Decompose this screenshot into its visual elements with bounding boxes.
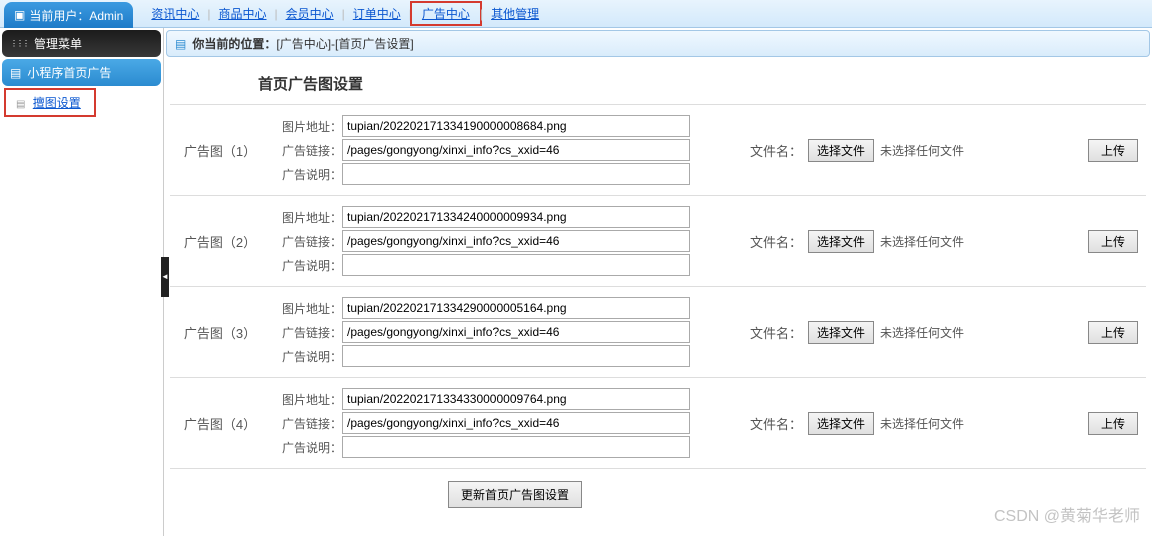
ad-link-label: 广告链接： <box>270 142 342 159</box>
file-area: 文件名： 选择文件 未选择任何文件 <box>690 412 1088 435</box>
current-user: ▣ 当前用户：Admin <box>4 2 133 28</box>
ad-link-label: 广告链接： <box>270 233 342 250</box>
file-area: 文件名： 选择文件 未选择任何文件 <box>690 321 1088 344</box>
nav-item-2[interactable]: 会员中心 <box>278 5 342 22</box>
ad-block-4: 广告图（4） 图片地址： 广告链接： 广告说明： 文件名： 选择文件 未选择任何… <box>170 377 1146 468</box>
ad-desc-label: 广告说明： <box>270 439 342 456</box>
ad-link-input[interactable] <box>342 139 690 161</box>
sidebar-section-title[interactable]: 小程序首页广告 <box>2 59 161 86</box>
ad-block-2: 广告图（2） 图片地址： 广告链接： 广告说明： 文件名： 选择文件 未选择任何… <box>170 195 1146 286</box>
top-bar: ▣ 当前用户：Admin 资讯中心 | 商品中心 | 会员中心 | 订单中心 |… <box>0 0 1152 28</box>
img-url-label: 图片地址： <box>270 300 342 317</box>
ad-desc-input[interactable] <box>342 163 690 185</box>
img-url-input[interactable] <box>342 206 690 228</box>
page-title: 首页广告图设置 <box>170 59 1146 104</box>
ad-desc-label: 广告说明： <box>270 257 342 274</box>
nav-item-0[interactable]: 资讯中心 <box>143 5 207 22</box>
ad-link-label: 广告链接： <box>270 415 342 432</box>
img-url-label: 图片地址： <box>270 209 342 226</box>
ad-desc-label: 广告说明： <box>270 166 342 183</box>
sidebar-link[interactable]: 擅图设置 <box>33 96 81 110</box>
ad-row-label: 广告图（1） <box>170 141 270 160</box>
choose-file-button[interactable]: 选择文件 <box>808 321 874 344</box>
img-url-input[interactable] <box>342 388 690 410</box>
choose-file-button[interactable]: 选择文件 <box>808 230 874 253</box>
ad-link-input[interactable] <box>342 412 690 434</box>
breadcrumb: ▤ 你当前的位置： [广告中心]-[首页广告设置] <box>166 30 1150 57</box>
ad-fields: 图片地址： 广告链接： 广告说明： <box>270 204 690 278</box>
nav-menu: 资讯中心 | 商品中心 | 会员中心 | 订单中心 | 广告中心 | 其他管理 <box>137 0 553 27</box>
img-url-label: 图片地址： <box>270 391 342 408</box>
submit-row: 更新首页广告图设置 <box>170 468 1146 508</box>
ad-block-3: 广告图（3） 图片地址： 广告链接： 广告说明： 文件名： 选择文件 未选择任何… <box>170 286 1146 377</box>
nav-highlight: 广告中心 <box>410 1 482 26</box>
no-file-text: 未选择任何文件 <box>880 142 964 159</box>
ad-row-label: 广告图（4） <box>170 414 270 433</box>
main: ▤ 你当前的位置： [广告中心]-[首页广告设置] 首页广告图设置 广告图（1）… <box>164 28 1152 536</box>
img-url-label: 图片地址： <box>270 118 342 135</box>
content: 首页广告图设置 广告图（1） 图片地址： 广告链接： 广告说明： 文件名： 选择… <box>164 59 1152 536</box>
choose-file-button[interactable]: 选择文件 <box>808 412 874 435</box>
ad-row-label: 广告图（3） <box>170 323 270 342</box>
nav-item-5[interactable]: 其他管理 <box>483 5 547 22</box>
file-area: 文件名： 选择文件 未选择任何文件 <box>690 230 1088 253</box>
breadcrumb-path: [广告中心]-[首页广告设置] <box>276 35 413 52</box>
ad-link-input[interactable] <box>342 230 690 252</box>
user-icon: ▣ <box>14 8 25 22</box>
breadcrumb-icon: ▤ <box>175 37 186 51</box>
ad-fields: 图片地址： 广告链接： 广告说明： <box>270 113 690 187</box>
ad-fields: 图片地址： 广告链接： 广告说明： <box>270 386 690 460</box>
ad-desc-input[interactable] <box>342 254 690 276</box>
nav-item-4[interactable]: 广告中心 <box>414 7 478 21</box>
img-url-input[interactable] <box>342 297 690 319</box>
breadcrumb-prefix: 你当前的位置： <box>192 35 276 52</box>
img-url-input[interactable] <box>342 115 690 137</box>
file-name-label: 文件名： <box>750 141 802 160</box>
ad-block-1: 广告图（1） 图片地址： 广告链接： 广告说明： 文件名： 选择文件 未选择任何… <box>170 104 1146 195</box>
doc-icon: ▤ <box>16 99 25 110</box>
file-name-label: 文件名： <box>750 232 802 251</box>
upload-button[interactable]: 上传 <box>1088 412 1138 435</box>
file-name-label: 文件名： <box>750 323 802 342</box>
sidebar-link-row[interactable]: ▤ 擅图设置 <box>4 88 96 117</box>
ad-desc-label: 广告说明： <box>270 348 342 365</box>
user-label: 当前用户：Admin <box>29 7 123 24</box>
nav-item-3[interactable]: 订单中心 <box>345 5 409 22</box>
ad-row-label: 广告图（2） <box>170 232 270 251</box>
sidebar-menu-title: 管理菜单 <box>2 30 161 57</box>
upload-button[interactable]: 上传 <box>1088 139 1138 162</box>
ad-link-label: 广告链接： <box>270 324 342 341</box>
file-name-label: 文件名： <box>750 414 802 433</box>
file-area: 文件名： 选择文件 未选择任何文件 <box>690 139 1088 162</box>
sidebar: 管理菜单 小程序首页广告 ▤ 擅图设置 ◄ <box>0 28 164 536</box>
no-file-text: 未选择任何文件 <box>880 233 964 250</box>
sidebar-collapse-handle[interactable]: ◄ <box>161 257 169 297</box>
ad-fields: 图片地址： 广告链接： 广告说明： <box>270 295 690 369</box>
ad-desc-input[interactable] <box>342 345 690 367</box>
upload-button[interactable]: 上传 <box>1088 230 1138 253</box>
choose-file-button[interactable]: 选择文件 <box>808 139 874 162</box>
no-file-text: 未选择任何文件 <box>880 324 964 341</box>
ad-link-input[interactable] <box>342 321 690 343</box>
submit-button[interactable]: 更新首页广告图设置 <box>448 481 582 508</box>
ad-desc-input[interactable] <box>342 436 690 458</box>
no-file-text: 未选择任何文件 <box>880 415 964 432</box>
nav-item-1[interactable]: 商品中心 <box>211 5 275 22</box>
upload-button[interactable]: 上传 <box>1088 321 1138 344</box>
